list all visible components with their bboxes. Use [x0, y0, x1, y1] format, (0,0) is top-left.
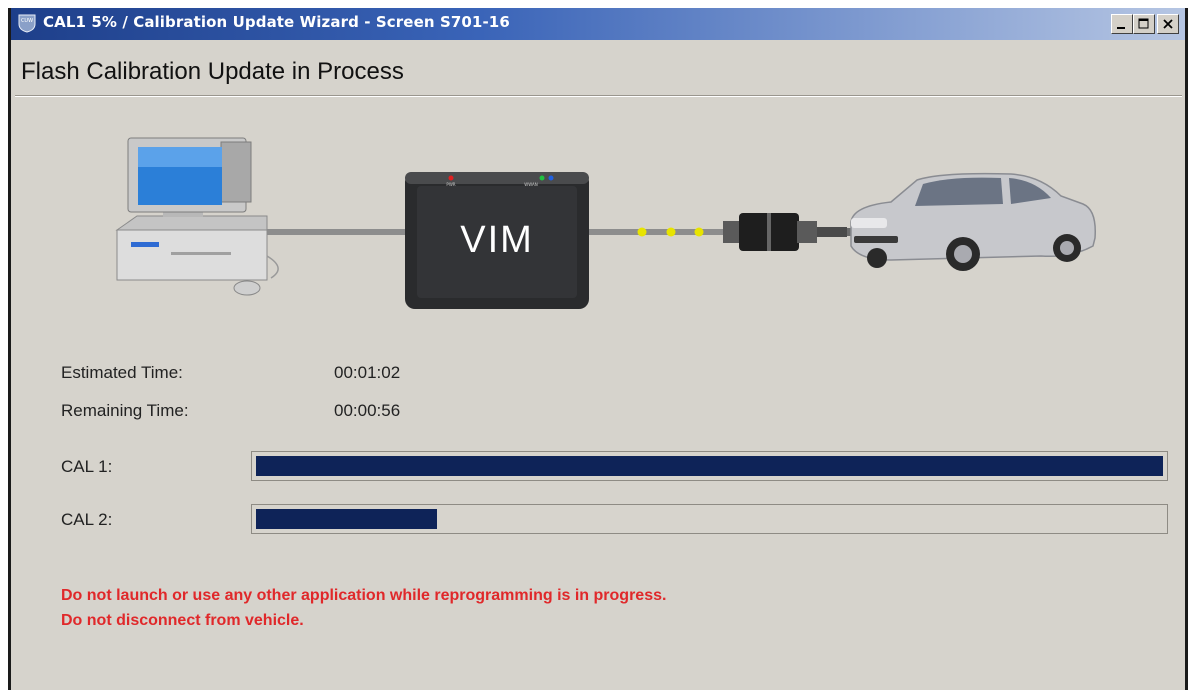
- cable-led-2: [666, 227, 676, 237]
- remaining-time-value: 00:00:56: [334, 401, 401, 420]
- vim-label: VIM: [460, 219, 534, 261]
- obd-connector: [723, 213, 847, 251]
- cable-led-3: [694, 227, 704, 237]
- vim-power-led: [448, 175, 454, 181]
- cal1-progress-bar: [251, 451, 1168, 481]
- cal1-progress-fill: [256, 456, 1163, 476]
- cal1-label: CAL 1:: [61, 457, 113, 476]
- cal2-progress-bar: [251, 504, 1168, 534]
- vehicle-cable: [588, 229, 738, 235]
- estimated-time-value: 00:01:02: [334, 363, 401, 382]
- vim-device: PWR WWAN VIM: [405, 172, 589, 309]
- cable-led-1: [637, 227, 647, 237]
- vehicle-icon: [850, 172, 1096, 271]
- computer-icon: [115, 137, 279, 296]
- connection-illustration: PWR WWAN VIM: [115, 137, 1096, 309]
- vim-led-label-left: PWR: [446, 182, 455, 187]
- estimated-time-label: Estimated Time:: [61, 363, 183, 382]
- cal2-label: CAL 2:: [61, 510, 113, 529]
- warning-text-2: Do not disconnect from vehicle.: [61, 612, 304, 629]
- remaining-time-label: Remaining Time:: [61, 401, 189, 420]
- wizard-window: CUW CAL1 5% / Calibration Update Wizard …: [8, 8, 1188, 690]
- computer-cable: [256, 229, 406, 235]
- vim-status-led: [539, 175, 545, 181]
- warning-text-1: Do not launch or use any other applicati…: [61, 587, 667, 604]
- vim-led-label-right: WWAN: [524, 182, 537, 187]
- cal2-progress-fill: [256, 509, 438, 529]
